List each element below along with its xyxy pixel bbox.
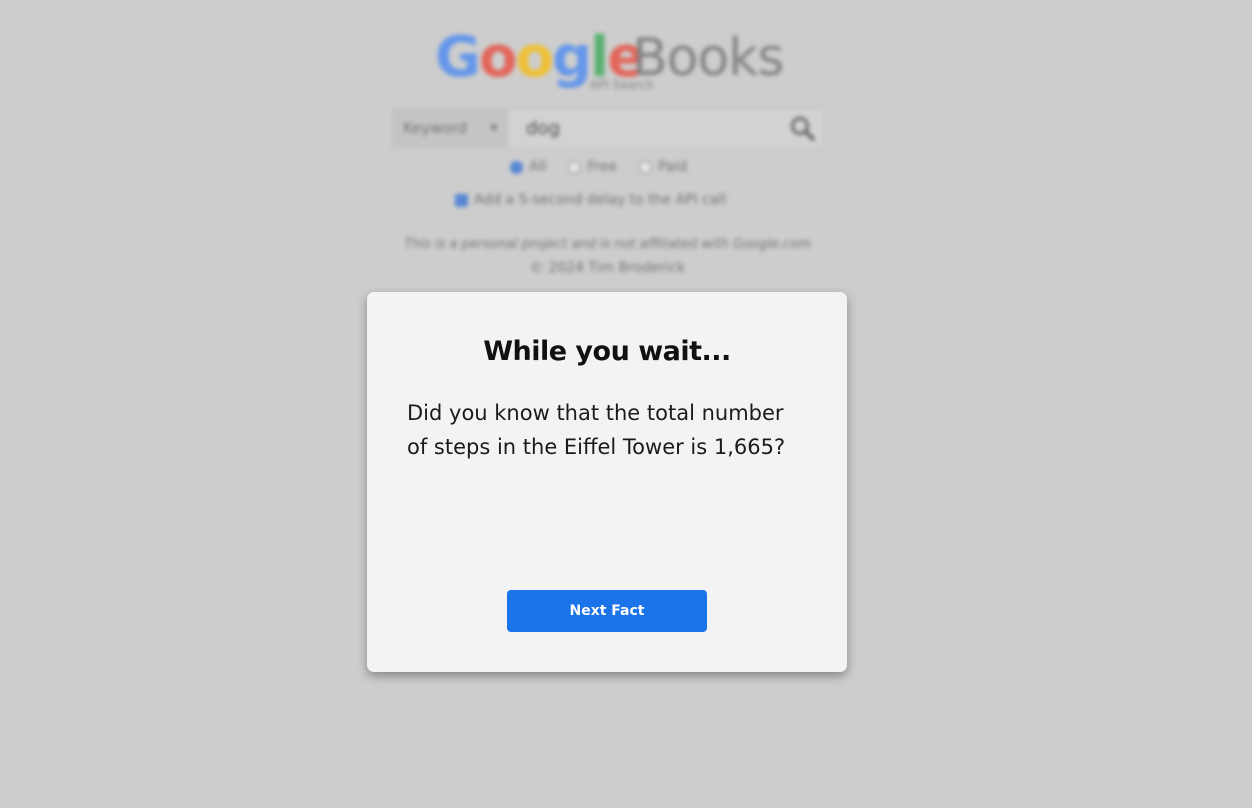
fact-modal: While you wait... Did you know that the … <box>367 292 847 672</box>
search-type-select[interactable]: Keyword ▼ <box>393 109 508 148</box>
modal-title: While you wait... <box>483 336 731 367</box>
logo-books-text: Books <box>632 28 785 88</box>
delay-checkbox[interactable] <box>455 193 468 207</box>
google-books-logo: Google Books API Search <box>435 26 795 96</box>
page: Google Books API Search Keyword ▼ All <box>0 0 1252 808</box>
logo-subtitle: API Search <box>590 78 655 92</box>
radio-free[interactable] <box>568 160 582 174</box>
filter-free-label: Free <box>587 159 618 175</box>
logo-letter-o1: o <box>478 25 518 90</box>
chevron-down-icon: ▼ <box>490 123 498 134</box>
delay-label: Add a 5-second delay to the API call <box>474 192 727 208</box>
filter-paid[interactable]: Paid <box>639 159 687 175</box>
logo-letter-g: G <box>435 25 481 90</box>
logo-letter-g2: g <box>551 25 592 90</box>
search-bar: Keyword ▼ <box>392 108 824 149</box>
search-input[interactable] <box>518 109 768 148</box>
filter-all-label: All <box>529 159 547 175</box>
delay-option[interactable]: Add a 5-second delay to the API call <box>455 192 726 208</box>
disclaimer-text: This is a personal project and is not af… <box>404 237 811 252</box>
logo-letter-o2: o <box>515 25 554 90</box>
radio-paid[interactable] <box>639 160 653 174</box>
search-type-value: Keyword <box>403 119 468 137</box>
modal-fact-text: Did you know that the total number of st… <box>407 401 786 459</box>
next-fact-button[interactable]: Next Fact <box>507 590 707 632</box>
price-filter-group: All Free Paid <box>510 158 687 176</box>
radio-all[interactable] <box>510 160 523 174</box>
filter-paid-label: Paid <box>658 159 688 175</box>
filter-all[interactable]: All <box>510 159 546 175</box>
copyright-text: © 2024 Tim Broderick <box>529 260 686 276</box>
search-icon[interactable] <box>789 115 817 143</box>
filter-free[interactable]: Free <box>568 159 617 175</box>
